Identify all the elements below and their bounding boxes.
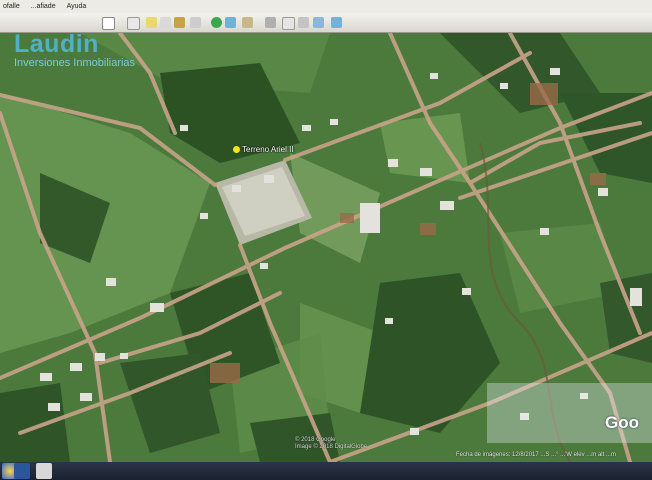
pushpin-icon[interactable] [233, 146, 240, 154]
planets-icon[interactable] [242, 17, 253, 28]
menu-bar: ofalle ...afiade Ayuda [0, 0, 652, 13]
copyright-line-google: © 2018 Google [295, 437, 336, 443]
copyright-line-imagery: Image © 2018 DigitalGlobe [295, 444, 368, 450]
print-icon[interactable] [298, 17, 309, 28]
placemark-terreno[interactable]: Terreno Ariel II [233, 145, 294, 154]
placemark-label: Terreno Ariel II [242, 145, 294, 154]
view-in-maps-icon[interactable] [331, 17, 342, 28]
menu-item-add[interactable]: ...afiade [31, 0, 56, 13]
image-overlay-icon[interactable] [174, 17, 185, 28]
email-icon[interactable] [282, 17, 295, 30]
pdf-icon[interactable] [36, 463, 52, 479]
menu-item-help[interactable]: Ayuda [67, 0, 87, 13]
record-tour-icon[interactable] [190, 17, 201, 28]
status-bar: Fecha de imágenes: 12/8/2017 ...S ...° .… [456, 452, 616, 458]
polygon-icon[interactable] [146, 17, 157, 28]
google-logo-text: Goo [605, 413, 639, 432]
save-image-icon[interactable] [313, 17, 324, 28]
historical-imagery-icon[interactable] [211, 17, 222, 28]
placemark-icon[interactable] [127, 17, 140, 30]
hide-sidebar-icon[interactable] [102, 17, 115, 30]
taskbar [0, 462, 652, 480]
watermark-brand: Laudin [14, 30, 99, 58]
menu-item-file[interactable]: ofalle [3, 0, 20, 13]
path-icon[interactable] [160, 17, 171, 28]
google-earth-logo: Goo [487, 383, 652, 443]
laudin-watermark: Laudin Inversiones Inmobiliarias [14, 30, 135, 69]
word-icon[interactable] [14, 463, 30, 479]
imagery-copyright: © 2018 Google Image © 2018 DigitalGlobe [295, 437, 367, 451]
watermark-subtitle: Inversiones Inmobiliarias [14, 57, 136, 69]
ruler-icon[interactable] [265, 17, 276, 28]
sun-icon[interactable] [225, 17, 236, 28]
